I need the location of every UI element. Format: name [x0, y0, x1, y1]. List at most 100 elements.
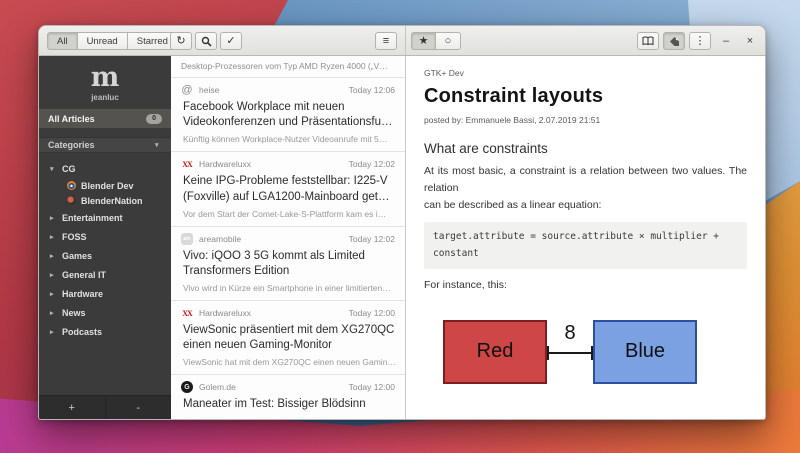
item-time: Today 12:00 [348, 308, 395, 319]
item-title: Facebook Workplace mit neuen Videokonfer… [183, 101, 393, 129]
item-title: Vivo: iQOO 3 5G kommt als Limited Transf… [183, 249, 365, 277]
item-summary: Vor dem Start der Comet-Lake-S-Plattform… [183, 208, 387, 219]
headerbar: All Unread Starred ↻ ✓ ≡ ★ ○ ⋮ – × [39, 26, 765, 56]
sidebar-item-blendernation[interactable]: BlenderNation [39, 193, 171, 208]
golem-feed-icon: G [181, 381, 193, 394]
sidebar-item-blender-dev[interactable]: Blender Dev [39, 178, 171, 193]
refresh-button[interactable]: ↻ [170, 32, 192, 50]
section-heading: What are constraints [424, 141, 548, 156]
tag-button[interactable] [663, 32, 685, 50]
item-time: Today 12:02 [348, 159, 395, 170]
mark-read-button[interactable]: ✓ [220, 32, 242, 50]
sidebar-item-entertainment[interactable]: ▸ Entertainment [39, 208, 171, 227]
unread-count-badge: 0 [146, 113, 162, 124]
category-label: News [62, 307, 86, 318]
item-title: ViewSonic präsentiert mit dem XG270QC ei… [183, 324, 395, 352]
item-time: Today 12:02 [348, 233, 395, 244]
list-item[interactable]: XX Hardwareluxx Today 12:02 Keine IPG-Pr… [171, 152, 405, 227]
sidebar-item-hardware[interactable]: ▸ Hardware [39, 284, 171, 303]
sidebar-item-podcasts[interactable]: ▸ Podcasts [39, 322, 171, 341]
item-summary: ViewSonic hat mit dem XG270QC einen neue… [183, 357, 395, 368]
article-paragraph: can be described as a linear equation: [424, 198, 602, 211]
expander-closed-icon[interactable]: ▸ [50, 252, 57, 260]
search-icon [201, 36, 212, 47]
list-menu-button[interactable]: ≡ [375, 32, 397, 50]
account-header: m jeanluc [39, 56, 171, 109]
hamburger-icon: ≡ [382, 34, 390, 47]
feed-label: Blender Dev [81, 180, 134, 191]
feed-name: heise [199, 85, 220, 95]
hardwareluxx-feed-icon: XX [182, 308, 193, 318]
add-feed-button[interactable]: + [39, 396, 106, 419]
star-article-button[interactable]: ★ [411, 32, 436, 50]
category-label: Podcasts [62, 326, 103, 337]
headerbar-separator [405, 26, 406, 55]
tag-icon [669, 36, 679, 46]
all-articles-label: All Articles [48, 113, 95, 124]
category-label: Hardware [62, 288, 104, 299]
sidebar-item-all-articles[interactable]: All Articles 0 [39, 109, 171, 128]
filter-button-group: All Unread Starred [47, 32, 178, 50]
chevron-down-icon: ▾ [155, 142, 159, 149]
areamobile-feed-icon: am [181, 232, 193, 245]
feed-name: Golem.de [199, 382, 236, 393]
expander-closed-icon[interactable]: ▸ [50, 328, 57, 336]
username-label: jeanluc [91, 93, 119, 102]
hardwareluxx-feed-icon: XX [182, 159, 193, 169]
categories-label: Categories [48, 140, 95, 150]
list-item-partial-top[interactable]: Desktop-Prozessoren vom Typ AMD Ryzen 40… [171, 56, 405, 78]
expander-closed-icon[interactable]: ▸ [50, 290, 57, 298]
article-byline: posted by: Emmanuele Bassi, 2.07.2019 21… [424, 115, 601, 125]
list-item[interactable]: @ heise Today 12:06 Facebook Workplace m… [171, 78, 405, 153]
expander-closed-icon[interactable]: ▸ [50, 214, 57, 222]
remove-feed-button[interactable]: - [106, 396, 172, 419]
red-box: Red [443, 319, 547, 384]
search-button[interactable] [195, 32, 217, 50]
item-title: Keine IPG-Probleme feststellbar: I225-V … [183, 175, 390, 203]
list-item[interactable]: XX Hardwareluxx Today 12:00 ViewSonic pr… [171, 301, 405, 376]
menu-button[interactable]: ⋮ [689, 32, 711, 50]
expander-closed-icon[interactable]: ▸ [50, 233, 57, 241]
connector-right-cap [591, 345, 593, 360]
article-pane[interactable]: GTK+ Dev Constraint layouts posted by: E… [406, 56, 765, 419]
feed-name: Hardwareluxx [199, 159, 251, 170]
heise-feed-icon: @ [181, 84, 193, 96]
list-item[interactable]: G Golem.de Today 12:00 Maneater im Test:… [171, 375, 405, 419]
article-mark-group: ★ ○ [411, 32, 461, 50]
expander-closed-icon[interactable]: ▸ [50, 271, 57, 279]
feed-label: BlenderNation [81, 195, 143, 206]
feed-tree: ▾ CG Blender Dev BlenderNation ▸ Enterta… [39, 153, 171, 341]
circle-icon: ○ [444, 34, 452, 47]
sidebar-item-cg[interactable]: ▾ CG [39, 159, 171, 178]
filter-all-button[interactable]: All [47, 32, 78, 50]
article-list[interactable]: Desktop-Prozessoren vom Typ AMD Ryzen 40… [171, 56, 406, 419]
sidebar-item-games[interactable]: ▸ Games [39, 246, 171, 265]
expander-closed-icon[interactable]: ▸ [50, 309, 57, 317]
book-icon [642, 36, 654, 46]
article-paragraph: For instance, this: [424, 278, 507, 291]
feed-name: areamobile [199, 233, 242, 244]
article-title: Constraint layouts [424, 85, 604, 107]
sidebar: m jeanluc All Articles 0 Categories ▾ ▾ … [39, 56, 171, 419]
category-label: FOSS [62, 231, 87, 242]
close-button[interactable]: × [741, 26, 759, 56]
connector-line [547, 351, 593, 354]
list-item[interactable]: am areamobile Today 12:02 Vivo: iQOO 3 5… [171, 226, 405, 302]
item-summary: Vivo wird in Kürze ein Smartphone in ein… [183, 283, 391, 294]
minimize-button[interactable]: – [717, 26, 735, 56]
feed-name: Hardwareluxx [199, 308, 251, 319]
sidebar-item-general-it[interactable]: ▸ General IT [39, 265, 171, 284]
sidebar-item-news[interactable]: ▸ News [39, 303, 171, 322]
article-feed-label: GTK+ Dev [424, 68, 464, 78]
article-paragraph: At its most basic, a constraint is a rel… [424, 165, 747, 194]
category-label: Entertainment [62, 212, 123, 223]
reader-mode-button[interactable] [637, 32, 659, 50]
blue-box: Blue [593, 319, 697, 384]
categories-header[interactable]: Categories ▾ [39, 137, 171, 153]
expander-open-icon[interactable]: ▾ [50, 165, 57, 173]
filter-unread-button[interactable]: Unread [77, 32, 128, 50]
feed-reader-window: All Unread Starred ↻ ✓ ≡ ★ ○ ⋮ – × m jea… [38, 25, 766, 420]
service-logo: m [90, 62, 120, 93]
sidebar-item-foss[interactable]: ▸ FOSS [39, 227, 171, 246]
mark-unread-button[interactable]: ○ [436, 32, 461, 50]
